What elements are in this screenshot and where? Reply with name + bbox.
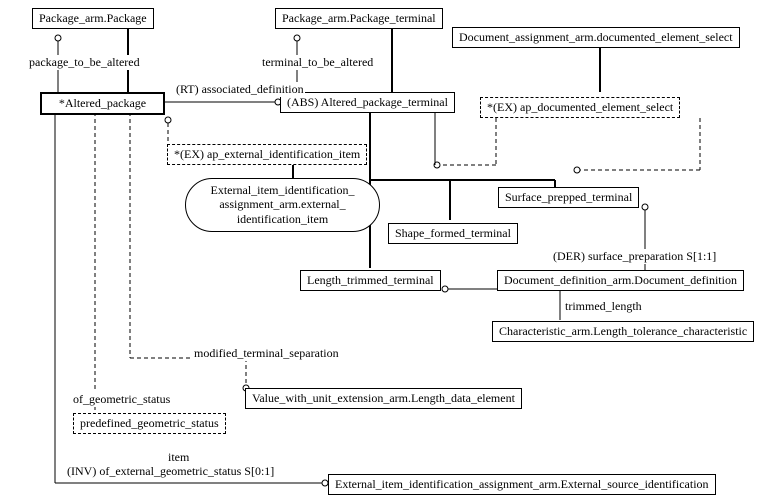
label-der-surface-preparation: (DER) surface_preparation S[1:1] — [552, 249, 717, 264]
label-inv-of-external-geometric-status: (INV) of_external_geometric_status S[0:1… — [66, 464, 275, 479]
label-trimmed-length: trimmed_length — [564, 299, 643, 314]
label-item: item — [167, 450, 190, 465]
node-length-trimmed-terminal: Length_trimmed_terminal — [300, 270, 441, 291]
node-length-data-element: Value_with_unit_extension_arm.Length_dat… — [245, 388, 522, 409]
node-surface-prepped-terminal: Surface_prepped_terminal — [498, 187, 639, 208]
node-abs-altered-package-terminal: (ABS) Altered_package_terminal — [280, 92, 455, 113]
node-package-arm-package-terminal: Package_arm.Package_terminal — [275, 8, 443, 29]
node-shape-formed-terminal: Shape_formed_terminal — [388, 223, 518, 244]
node-ex-ap-documented-element-select: *(EX) ap_documented_element_select — [480, 97, 680, 118]
node-external-item-identification-item: External_item_identification_ assignment… — [185, 178, 380, 232]
node-ex-ap-external-identification-item: *(EX) ap_external_identification_item — [167, 144, 367, 165]
label-terminal-to-be-altered: terminal_to_be_altered — [261, 55, 374, 70]
label-of-geometric-status: of_geometric_status — [72, 392, 171, 407]
node-length-tolerance-characteristic: Characteristic_arm.Length_tolerance_char… — [492, 321, 754, 342]
node-external-source-identification: External_item_identification_assignment_… — [328, 474, 716, 495]
node-documented-element-select: Document_assignment_arm.documented_eleme… — [452, 27, 740, 48]
node-predefined-geometric-status: predefined_geometric_status — [73, 413, 226, 434]
node-altered-package: *Altered_package — [40, 92, 165, 115]
label-package-to-be-altered: package_to_be_altered — [28, 55, 141, 70]
node-document-definition: Document_definition_arm.Document_definit… — [497, 270, 744, 291]
label-modified-terminal-separation: modified_terminal_separation — [193, 346, 340, 361]
node-package-arm-package: Package_arm.Package — [32, 8, 154, 29]
label-rt-associated-definition: (RT) associated_definition — [175, 82, 305, 97]
